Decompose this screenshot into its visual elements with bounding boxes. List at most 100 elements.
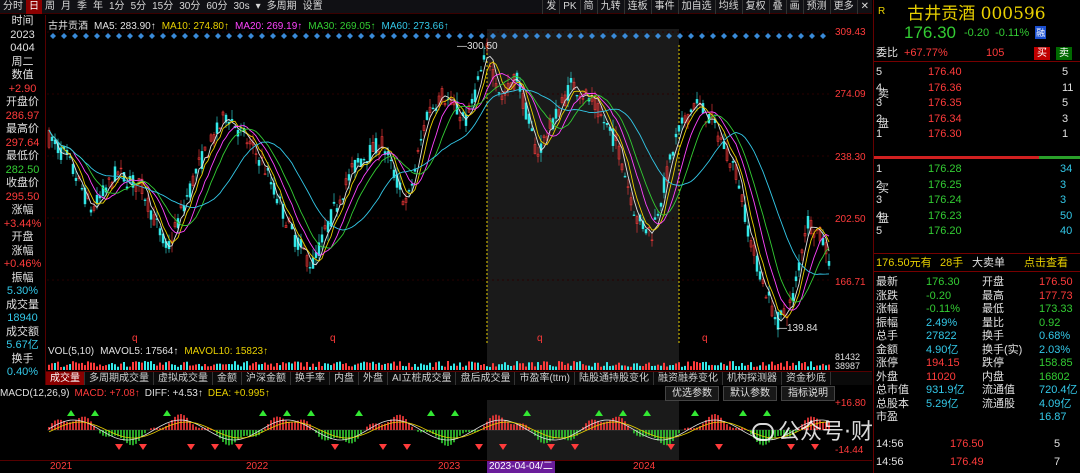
volume-bar [537, 362, 539, 370]
chevron-down-icon[interactable]: ▾ [253, 0, 264, 14]
event-marker [116, 33, 122, 39]
indicator-tab[interactable]: 成交量 [46, 372, 85, 385]
candle-body [737, 185, 741, 189]
volume-bar [780, 362, 782, 370]
big-order-link[interactable]: 点击查看 [1024, 257, 1068, 270]
indicator-tab[interactable]: 市盈率(ttm) [515, 372, 575, 385]
info-row: 282.50 [5, 163, 40, 176]
event-marker [171, 33, 177, 39]
toolbar-action[interactable]: 画 [785, 0, 803, 14]
toolbar-action[interactable]: 复权 [741, 0, 769, 14]
volume-bar [333, 363, 335, 370]
info-row: 18940 [7, 312, 38, 324]
candle-body [755, 255, 759, 272]
stat-value: 4.90亿 [926, 343, 959, 356]
toolbar-action[interactable]: 预测 [802, 0, 830, 14]
candle-body [662, 177, 666, 193]
stat-value: 177.73 [1039, 289, 1073, 302]
volume-bar [426, 365, 428, 370]
sell-button[interactable]: 卖 [1056, 47, 1072, 60]
volume-bar [156, 365, 158, 370]
period-tab[interactable]: 季 [74, 0, 90, 14]
date-tick-label: 2022 [246, 461, 269, 472]
period-tab[interactable]: 年 [90, 0, 106, 14]
indicator-tab[interactable]: 换手率 [291, 372, 330, 385]
toolbar-action[interactable]: PK [559, 0, 579, 14]
period-tab[interactable]: 多周期 [264, 0, 300, 14]
toolbar-action[interactable]: 连板 [623, 0, 651, 14]
volume-bar [471, 361, 473, 370]
macd-param-button[interactable]: 优选参数 [665, 386, 719, 401]
close-icon[interactable]: ✕ [856, 0, 872, 14]
volume-bar [321, 366, 323, 370]
period-tab[interactable]: 日 [26, 0, 42, 14]
period-tab[interactable]: 60分 [203, 0, 230, 14]
stat-value: 176.50 [1039, 276, 1073, 288]
period-tab[interactable]: 1分 [106, 0, 128, 14]
bid-level-num: 4 [876, 209, 883, 222]
volume-bar [288, 362, 290, 370]
event-marker [732, 33, 738, 39]
macd-param-button[interactable]: 默认参数 [723, 386, 777, 401]
candlestick-chart[interactable]: —300.50 —139.84 q q q q [47, 15, 831, 345]
vol-value: MAVOL5: 17564↑ [100, 346, 179, 357]
volume-bar [459, 362, 461, 370]
indicator-tab[interactable]: 内盘 [330, 372, 359, 385]
weibi-value: +67.77% [904, 47, 948, 59]
indicator-tab[interactable]: 融资融券变化 [654, 372, 723, 385]
quote-header: R 古井贡酒 000596 [874, 0, 1080, 24]
indicator-tab[interactable]: 金额 [213, 372, 242, 385]
toolbar-action[interactable]: 事件 [650, 0, 678, 14]
date-tick-label: 2023 [438, 461, 461, 472]
indicator-tab[interactable]: AI立桩成交量 [388, 372, 457, 385]
tick-price: 176.50 [950, 438, 984, 450]
volume-bar [498, 364, 500, 370]
indicator-tab[interactable]: 机构探测器 [723, 372, 782, 385]
period-tab[interactable]: 30分 [176, 0, 203, 14]
period-tab[interactable]: 30s [231, 0, 253, 14]
quote-stat-row: 总市值 931.9亿 流通值 720.4亿 [874, 384, 1080, 397]
quote-stat-row: 涨跌 -0.20 最高 177.73 [874, 290, 1080, 303]
indicator-tab[interactable]: 资金秒底 [782, 372, 831, 385]
volume-bar [405, 366, 407, 370]
volume-bar [729, 361, 731, 370]
stock-name[interactable]: 古井贡酒 000596 [907, 0, 1045, 24]
volume-bar [60, 366, 62, 370]
volume-bar [282, 362, 284, 370]
candle-body [275, 198, 279, 204]
volume-bar [234, 361, 236, 370]
bid-volume: 3 [1060, 194, 1067, 206]
toolbar-action[interactable]: 更多 [829, 0, 857, 14]
indicator-tab[interactable]: 多周期成交量 [85, 372, 154, 385]
period-tab[interactable]: 周 [42, 0, 58, 14]
period-tab[interactable]: 月 [58, 0, 74, 14]
period-tab[interactable]: 分时 [0, 0, 26, 14]
toolbar-action[interactable]: 九转 [596, 0, 624, 14]
toolbar-action[interactable]: 均线 [714, 0, 742, 14]
volume-bar [609, 366, 611, 370]
toolbar-action[interactable]: 发 [542, 0, 559, 14]
period-tab[interactable]: 5分 [128, 0, 150, 14]
buy-button[interactable]: 买 [1034, 47, 1050, 60]
indicator-tab[interactable]: 盘后成交量 [456, 372, 516, 385]
volume-bar [582, 364, 584, 370]
indicator-tab[interactable]: 虚拟成交量 [154, 372, 213, 385]
volume-bar [696, 361, 698, 370]
macd-value: MACD(12,26,9) [0, 388, 70, 399]
indicator-tab[interactable]: 外盘 [359, 372, 388, 385]
toolbar-action[interactable]: 叠 [768, 0, 786, 14]
period-tab[interactable]: 设置 [300, 0, 326, 14]
candle-body [269, 182, 273, 185]
toolbar-action[interactable]: 加自选 [677, 0, 715, 14]
toolbar-action[interactable]: 简 [579, 0, 597, 14]
macd-param-button[interactable]: 指标说明 [781, 386, 835, 401]
stat-label: 金额 [876, 343, 898, 356]
indicator-tab[interactable]: 陆股通持股变化 [575, 372, 654, 385]
indicator-tab[interactable]: 沪深金额 [242, 372, 291, 385]
volume-bar [573, 361, 575, 370]
period-tab[interactable]: 15分 [149, 0, 176, 14]
volume-bar [798, 361, 800, 370]
volume-bar [354, 364, 356, 370]
volume-bar [138, 361, 140, 370]
candle-body [653, 217, 657, 220]
